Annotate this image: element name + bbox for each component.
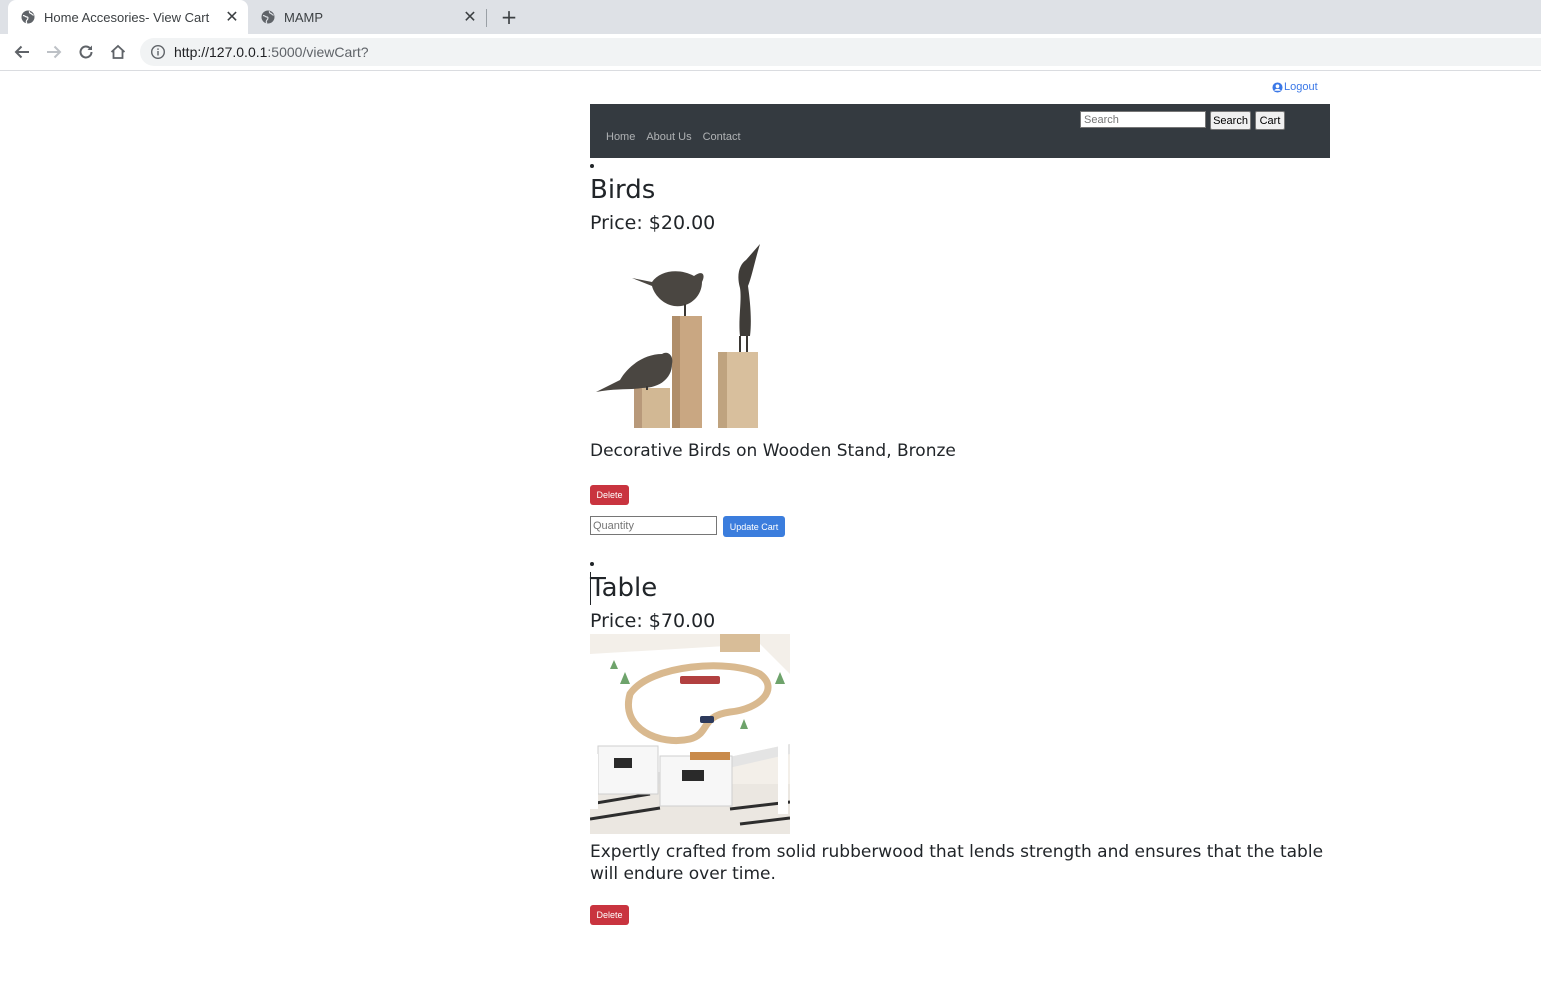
logout-label: Logout (1284, 81, 1318, 93)
tab-close-icon[interactable]: ✕ (222, 7, 242, 27)
item-title: Birds (590, 175, 656, 205)
table-product-image (590, 634, 790, 834)
nav-link-contact[interactable]: Contact (703, 131, 741, 143)
address-bar[interactable]: http://127.0.0.1:5000/viewCart? (140, 38, 1541, 66)
browser-tabstrip: Home Accesories- View Cart ✕ MAMP ✕ + (0, 0, 1541, 34)
item-title: Table (590, 573, 658, 603)
home-icon[interactable] (107, 41, 129, 63)
globe-icon (20, 9, 36, 25)
quantity-input[interactable] (590, 516, 717, 535)
browser-toolbar: http://127.0.0.1:5000/viewCart? (0, 34, 1541, 71)
url-host: http://127.0.0.1 (174, 44, 268, 60)
item-price: Price: $20.00 (590, 212, 716, 234)
nav-links: Home About Us Contact (606, 131, 741, 143)
item-description: Decorative Birds on Wooden Stand, Bronze (590, 441, 956, 461)
tab-close-icon[interactable]: ✕ (460, 7, 480, 27)
user-circle-icon (1272, 81, 1283, 93)
nav-link-home[interactable]: Home (606, 131, 635, 143)
url-path: :5000/viewCart? (267, 44, 369, 60)
tab-separator (486, 9, 487, 27)
navbar: Home About Us Contact Search Cart (590, 104, 1330, 158)
browser-tab[interactable]: MAMP ✕ (248, 0, 486, 34)
back-arrow-icon[interactable] (11, 41, 33, 63)
info-icon[interactable] (150, 44, 166, 60)
search-input[interactable] (1080, 111, 1206, 128)
search-button[interactable]: Search (1210, 111, 1251, 130)
url-text: http://127.0.0.1:5000/viewCart? (174, 44, 369, 60)
delete-button[interactable]: Delete (590, 905, 629, 925)
list-bullet (590, 562, 594, 566)
new-tab-button[interactable]: + (498, 6, 520, 28)
cart-button[interactable]: Cart (1255, 111, 1285, 130)
browser-tab-active[interactable]: Home Accesories- View Cart ✕ (8, 0, 248, 34)
tab-title: MAMP (284, 9, 323, 25)
globe-icon (260, 9, 276, 25)
nav-link-about-us[interactable]: About Us (646, 131, 691, 143)
birds-product-image (590, 240, 770, 430)
reload-icon[interactable] (75, 41, 97, 63)
list-bullet (590, 164, 594, 168)
item-description: Expertly crafted from solid rubberwood t… (590, 842, 1324, 884)
item-price: Price: $70.00 (590, 610, 716, 632)
delete-button[interactable]: Delete (590, 485, 629, 505)
forward-arrow-icon[interactable] (43, 41, 65, 63)
logout-link[interactable]: Logout (1272, 81, 1318, 93)
tab-title: Home Accesories- View Cart (44, 9, 210, 25)
update-cart-button[interactable]: Update Cart (723, 516, 785, 537)
